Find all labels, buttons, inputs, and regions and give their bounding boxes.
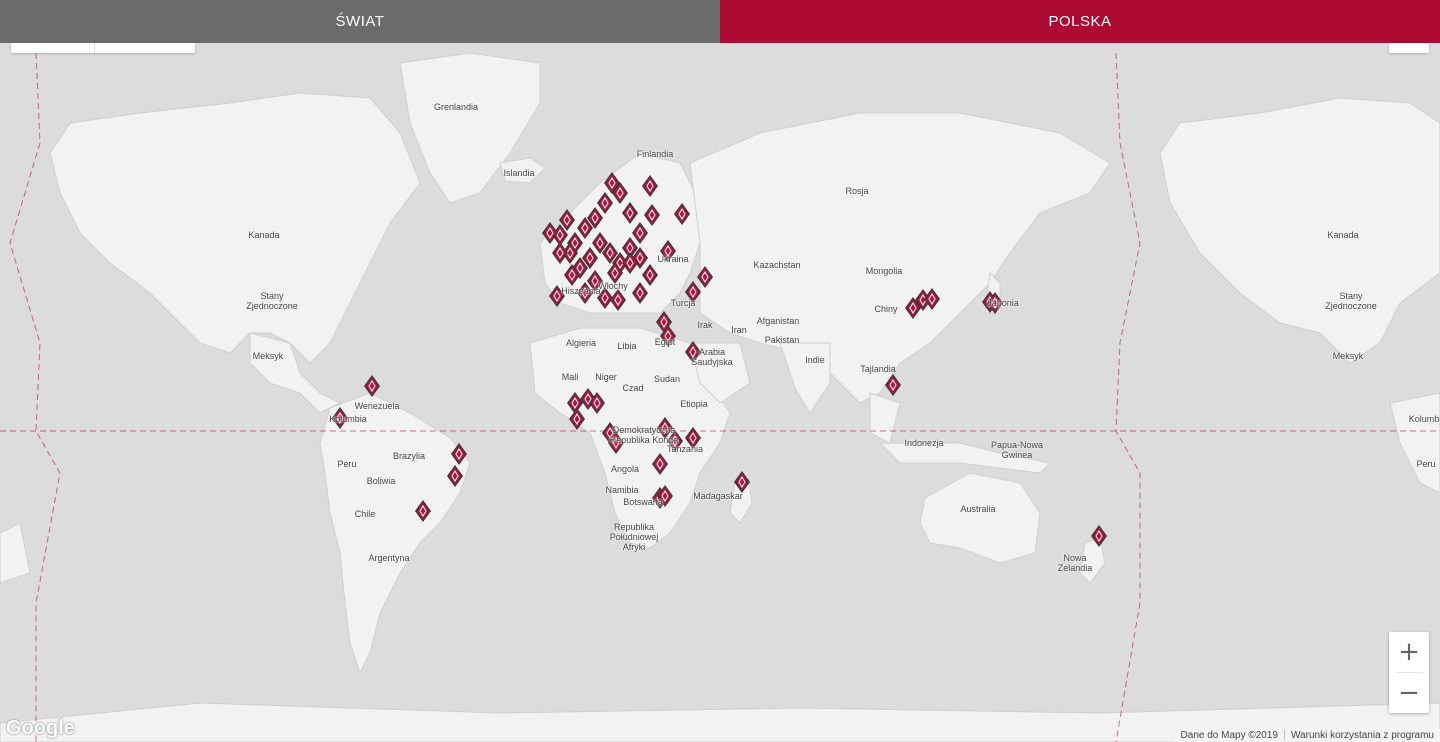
label-colombia-2: Kolumbi (1408, 414, 1440, 424)
label-iceland: Islandia (503, 168, 535, 178)
label-madagascar: Madagaskar (693, 491, 743, 501)
label-drc: Demokratyczna Republika Konga (609, 425, 679, 445)
label-italy: Włochy (598, 281, 628, 291)
label-sudan: Sudan (653, 374, 681, 384)
label-australia: Australia (960, 504, 996, 514)
label-argentina: Argentyna (368, 553, 410, 563)
label-niger: Niger (595, 372, 617, 382)
zoom-out-button[interactable]: − (1389, 673, 1429, 713)
label-brazil: Brazylia (392, 451, 426, 461)
label-canada: Kanada (248, 230, 280, 240)
divider (1283, 730, 1285, 740)
label-afghanistan: Afganistan (756, 316, 800, 326)
label-chad: Czad (622, 383, 644, 393)
label-mexico-2: Meksyk (1332, 351, 1364, 361)
label-usa-2: Stany Zjednoczone (1325, 291, 1377, 311)
label-china: Chiny (874, 304, 898, 314)
label-iran: Iran (731, 325, 747, 335)
label-botswana: Botswana (623, 497, 663, 507)
zoom-control: + − (1389, 632, 1429, 713)
label-usa: Stany Zjednoczone (246, 291, 298, 311)
label-turkey: Turcja (670, 298, 696, 308)
label-libya: Libia (617, 341, 637, 351)
label-egypt: Egipt (654, 337, 676, 347)
region-tabs: ŚWIAT POLSKA (0, 0, 1440, 43)
label-png: Papua-Nowa Gwinea (990, 440, 1044, 460)
map-type-control[interactable] (11, 43, 195, 53)
label-mexico: Meksyk (252, 351, 284, 361)
map-canvas[interactable] (0, 43, 1440, 742)
terms-link[interactable]: Warunki korzystania z programu (1291, 730, 1434, 741)
label-greenland: Grenlandia (433, 102, 479, 112)
label-bolivia: Boliwia (366, 476, 396, 486)
label-angola: Angola (610, 464, 640, 474)
label-nz: Nowa Zelandia (1057, 553, 1093, 573)
label-chile: Chile (354, 509, 376, 519)
divider (94, 43, 95, 53)
label-mali: Mali (561, 372, 579, 382)
label-kazakhstan: Kazachstan (753, 260, 801, 270)
tab-poland[interactable]: POLSKA (720, 0, 1440, 43)
label-ukraine: Ukraina (657, 254, 689, 264)
tab-world[interactable]: ŚWIAT (0, 0, 720, 43)
label-indonesia: Indonezja (904, 438, 944, 448)
label-russia: Rosja (845, 186, 869, 196)
world-map[interactable]: Grenlandia Islandia Finlandia Rosja Kana… (0, 43, 1440, 742)
label-peru-2: Peru (1416, 459, 1436, 469)
label-peru: Peru (337, 459, 357, 469)
label-canada-2: Kanada (1327, 230, 1359, 240)
label-venezuela: Wenezuela (354, 401, 400, 411)
label-rsa: Republika Południowej Afryki (609, 522, 659, 552)
label-ethiopia: Etiopia (680, 399, 708, 409)
label-tanzania: Tanzania (666, 444, 704, 454)
label-saudi: Arabia Saudyjska (691, 347, 733, 367)
zoom-in-button[interactable]: + (1389, 632, 1429, 672)
label-finland: Finlandia (636, 149, 674, 159)
label-pakistan: Pakistan (764, 335, 800, 345)
label-algeria: Algieria (565, 338, 597, 348)
map-attribution: Dane do Mapy ©2019 Warunki korzystania z… (1174, 728, 1440, 742)
label-namibia: Namibia (605, 485, 639, 495)
label-japan: Japonia (987, 298, 1019, 308)
label-spain: Hiszpania (561, 286, 601, 296)
label-mongolia: Mongolia (865, 266, 903, 276)
fullscreen-button[interactable] (1389, 43, 1429, 53)
map-data-credit: Dane do Mapy ©2019 (1180, 729, 1278, 741)
google-logo[interactable]: Google (6, 717, 75, 740)
label-colombia: Kolumbia (329, 414, 367, 424)
label-iraq: Irak (697, 320, 713, 330)
label-india: Indie (805, 355, 825, 365)
label-thailand: Tajlandia (860, 364, 896, 374)
